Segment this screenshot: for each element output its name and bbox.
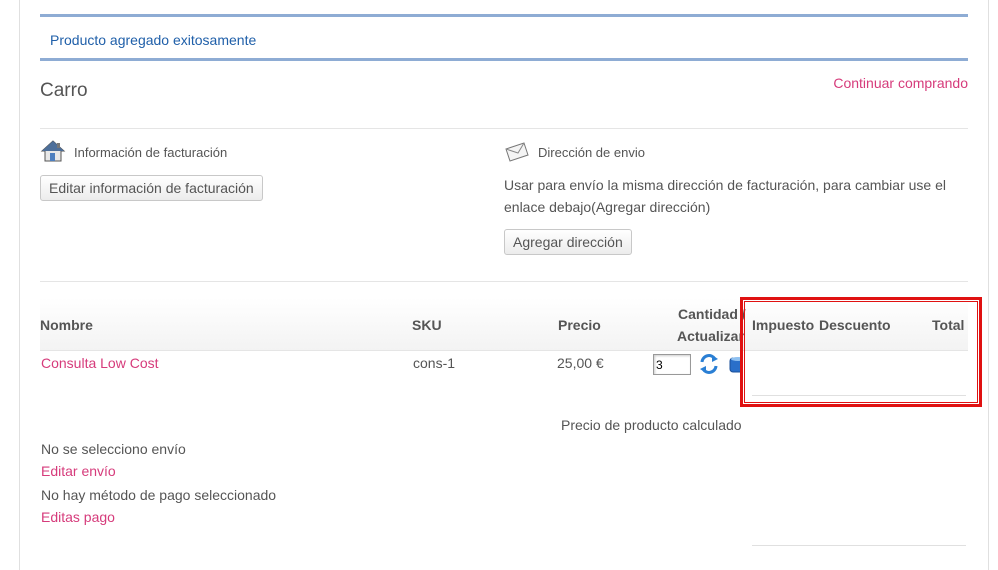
add-address-button[interactable]: Agregar dirección — [504, 229, 632, 255]
divider — [40, 128, 968, 129]
page-border-left — [19, 0, 20, 570]
shipping-heading-label: Dirección de envio — [538, 145, 645, 160]
divider — [40, 281, 968, 282]
quantity-input[interactable] — [653, 354, 691, 375]
house-icon — [40, 139, 66, 166]
page-title: Carro — [40, 80, 88, 101]
calculated-price-label: Precio de producto calculado — [561, 417, 742, 433]
col-header-discount: Descuento — [819, 317, 891, 333]
col-header-qty-line1: Cantidad / — [678, 306, 746, 322]
edit-billing-button[interactable]: Editar información de facturación — [40, 175, 263, 201]
success-alert: Producto agregado exitosamente — [40, 14, 968, 61]
edit-payment-link[interactable]: Editas pago — [41, 509, 115, 525]
divider — [752, 545, 966, 546]
divider — [752, 395, 966, 396]
product-sku: cons-1 — [413, 355, 456, 371]
alert-message: Producto agregado exitosamente — [50, 32, 257, 48]
billing-heading-label: Información de facturación — [74, 145, 228, 160]
edit-shipping-link[interactable]: Editar envío — [41, 463, 116, 479]
col-header-name: Nombre — [40, 317, 93, 333]
no-shipping-text: No se selecciono envío — [41, 441, 186, 457]
page-border-right — [988, 0, 989, 570]
col-header-price: Precio — [558, 317, 601, 333]
col-header-sku: SKU — [412, 317, 442, 333]
refresh-icon[interactable] — [698, 353, 720, 375]
billing-heading: Información de facturación — [40, 139, 227, 166]
product-name-link[interactable]: Consulta Low Cost — [41, 355, 159, 371]
continue-shopping-link[interactable]: Continuar comprando — [833, 75, 968, 91]
envelope-icon — [504, 139, 530, 166]
shipping-heading: Dirección de envio — [504, 139, 645, 166]
delete-icon[interactable] — [729, 356, 743, 373]
col-header-total: Total — [932, 317, 965, 333]
product-price: 25,00 € — [557, 355, 604, 371]
no-payment-text: No hay método de pago seleccionado — [41, 487, 277, 503]
shipping-description: Usar para envío la misma dirección de fa… — [504, 177, 946, 215]
col-header-tax: Impuesto — [752, 317, 815, 333]
col-header-qty-line2: Actualizar — [677, 328, 744, 344]
